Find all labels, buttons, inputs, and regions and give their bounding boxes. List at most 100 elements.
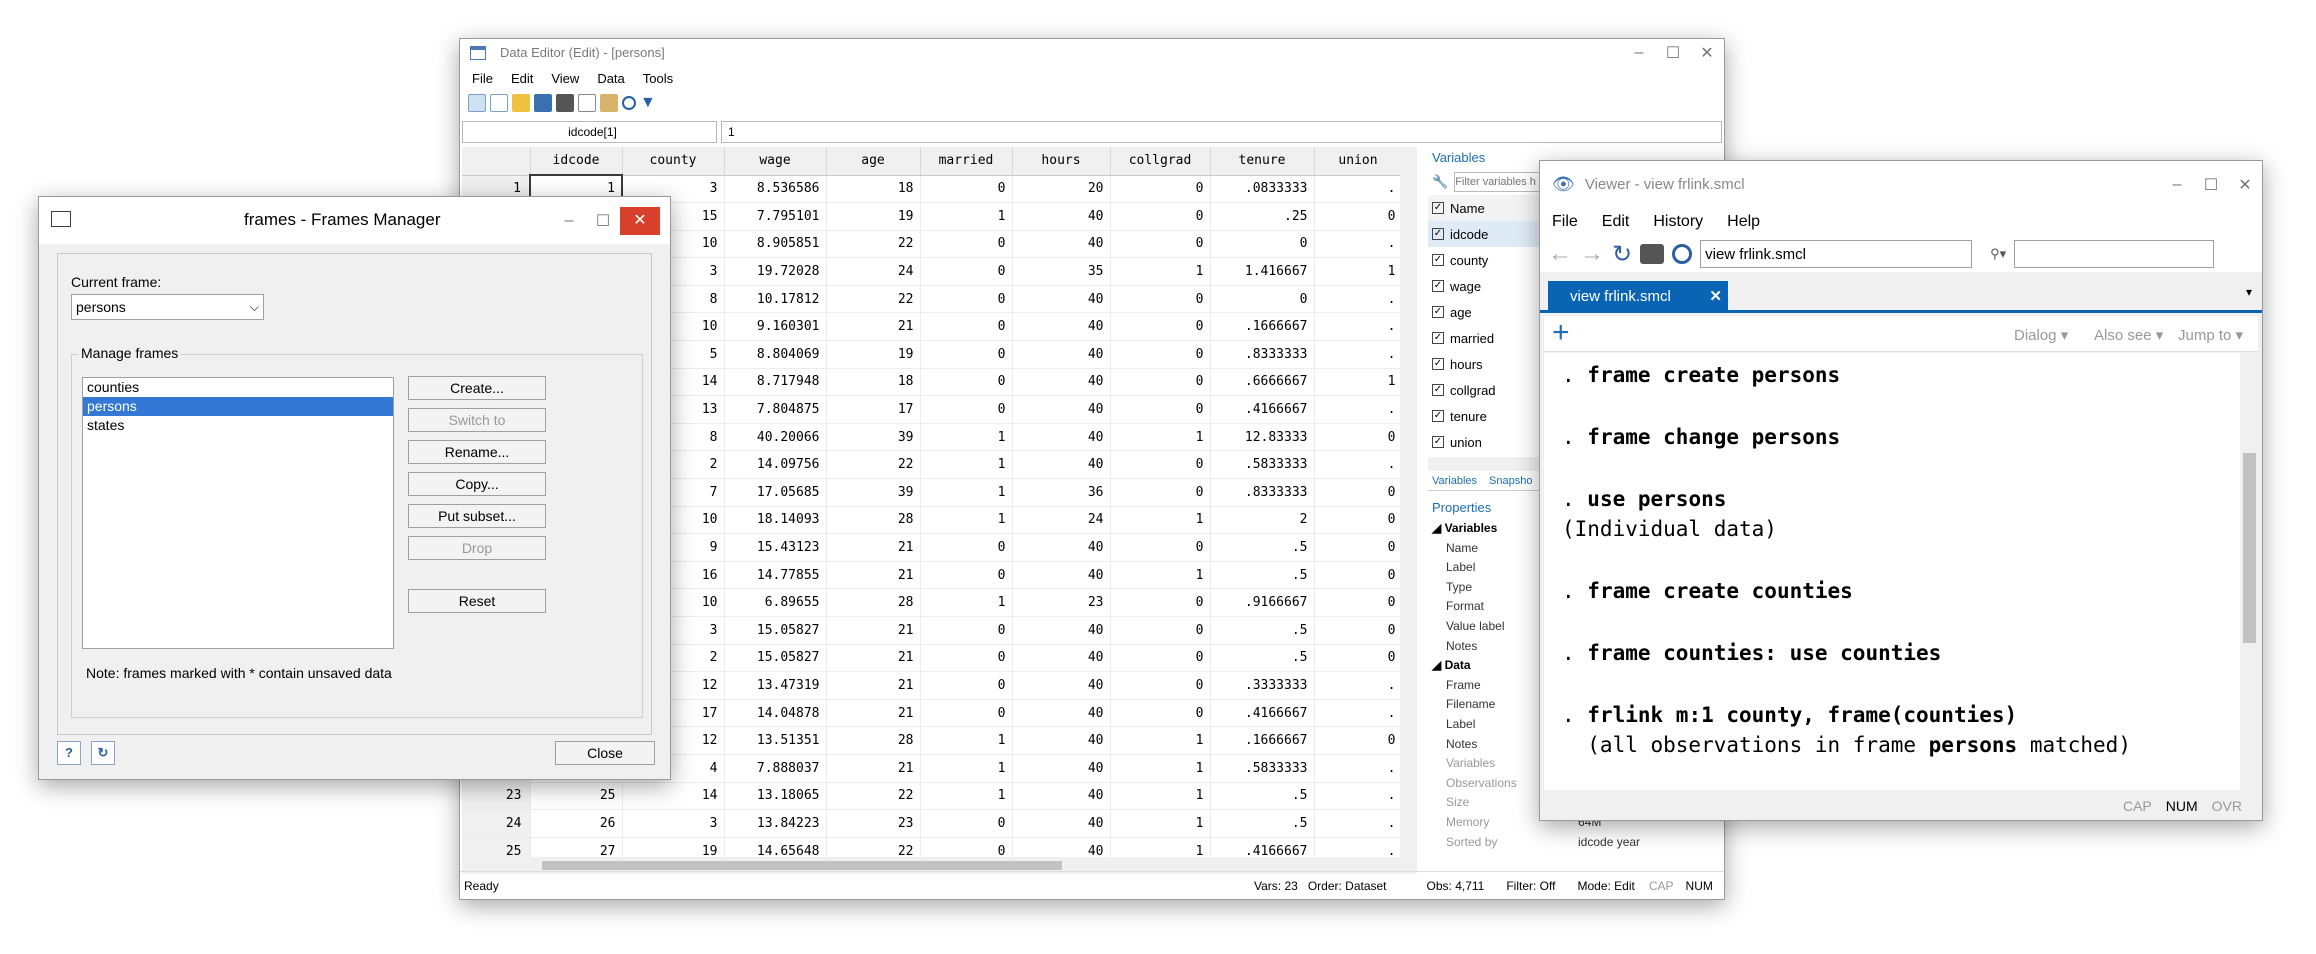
- table-cell[interactable]: 0: [1314, 478, 1403, 507]
- table-cell[interactable]: 1: [1110, 257, 1211, 286]
- table-cell[interactable]: 40: [1012, 671, 1111, 700]
- table-cell[interactable]: 22: [826, 230, 921, 259]
- table-cell[interactable]: 10.17812: [724, 285, 827, 314]
- table-cell[interactable]: 0: [920, 561, 1013, 590]
- table-cell[interactable]: 0: [1210, 230, 1315, 259]
- table-cell[interactable]: 35: [1012, 257, 1111, 286]
- table-cell[interactable]: 0: [1314, 616, 1403, 645]
- minimize-button[interactable]: –: [1622, 44, 1656, 62]
- cell-value-field[interactable]: 1: [721, 121, 1722, 143]
- search-icon[interactable]: [622, 96, 636, 110]
- table-cell[interactable]: 15.43123: [724, 533, 827, 562]
- table-cell[interactable]: 40: [1012, 202, 1111, 231]
- table-cell[interactable]: 40: [1012, 423, 1111, 452]
- table-cell[interactable]: 7.795101: [724, 202, 827, 231]
- menu-view[interactable]: View: [551, 71, 579, 86]
- table-cell[interactable]: 40: [1012, 754, 1111, 783]
- table-cell[interactable]: 3: [622, 809, 725, 838]
- table-cell[interactable]: 23: [826, 809, 921, 838]
- minimize-button[interactable]: –: [2160, 176, 2194, 194]
- table-cell[interactable]: .: [1314, 312, 1403, 342]
- table-cell[interactable]: 0: [1110, 533, 1211, 562]
- table-row[interactable]: 24 26 3 13.84223 23 0 40 1.5.: [462, 809, 1403, 838]
- table-cell[interactable]: 19: [826, 202, 921, 231]
- table-cell[interactable]: 40: [1012, 644, 1111, 673]
- cell-name-field[interactable]: idcode[1]: [462, 121, 717, 143]
- table-cell[interactable]: 8.905851: [724, 230, 827, 259]
- table-cell[interactable]: 1: [1110, 726, 1211, 755]
- table-row[interactable]: 23 25 14 13.18065 22 1 40 1.5.: [462, 782, 1403, 811]
- print-icon[interactable]: [1640, 244, 1665, 264]
- table-cell[interactable]: 1: [1110, 423, 1211, 452]
- minimize-button[interactable]: –: [552, 212, 586, 230]
- checkbox[interactable]: ✓: [1432, 306, 1444, 318]
- table-cell[interactable]: .: [1314, 671, 1403, 700]
- menu-tools[interactable]: Tools: [643, 71, 673, 86]
- menu-help[interactable]: Help: [1727, 213, 1760, 231]
- copy-icon[interactable]: [578, 94, 596, 112]
- table-cell[interactable]: .: [1314, 175, 1403, 204]
- rename-button[interactable]: Rename...: [408, 440, 546, 464]
- create-button[interactable]: Create...: [408, 376, 546, 400]
- find-icon[interactable]: ⚲▾: [1990, 246, 2006, 262]
- frames-list[interactable]: counties persons states: [82, 377, 394, 649]
- table-cell[interactable]: .9166667: [1210, 588, 1315, 617]
- current-frame-select[interactable]: persons ⌵: [71, 294, 264, 320]
- maximize-button[interactable]: ☐: [586, 211, 620, 231]
- table-cell[interactable]: 40: [1012, 616, 1111, 645]
- table-cell[interactable]: 13.18065: [724, 782, 827, 811]
- table-cell[interactable]: 1: [1110, 782, 1211, 811]
- table-cell[interactable]: 1: [1110, 506, 1211, 535]
- table-cell[interactable]: 0: [920, 257, 1013, 286]
- table-cell[interactable]: 15.05827: [724, 616, 827, 645]
- find-input[interactable]: [2014, 240, 2215, 268]
- table-cell[interactable]: 1: [920, 782, 1013, 811]
- table-cell[interactable]: 40: [1012, 699, 1111, 728]
- table-cell[interactable]: 1: [1314, 368, 1403, 397]
- table-cell[interactable]: 0: [920, 340, 1013, 369]
- table-cell[interactable]: 28: [826, 588, 921, 617]
- table-cell[interactable]: 14.77855: [724, 561, 827, 590]
- save-icon[interactable]: [534, 94, 552, 112]
- tab-snapshots[interactable]: Snapsho: [1485, 473, 1536, 490]
- close-tab-icon[interactable]: ✕: [1709, 281, 1722, 313]
- table-cell[interactable]: 0: [920, 533, 1013, 562]
- table-cell[interactable]: .: [1314, 285, 1403, 314]
- table-cell[interactable]: 17: [826, 395, 921, 424]
- table-cell[interactable]: 21: [826, 671, 921, 700]
- table-cell[interactable]: .1666667: [1210, 312, 1315, 342]
- table-cell[interactable]: 25: [530, 782, 623, 811]
- table-cell[interactable]: 40: [1012, 809, 1111, 838]
- add-icon[interactable]: +: [1552, 316, 1570, 350]
- table-cell[interactable]: 0: [1110, 450, 1211, 480]
- menu-file[interactable]: File: [1552, 213, 1578, 231]
- table-cell[interactable]: .5: [1210, 644, 1315, 673]
- table-cell[interactable]: .4166667: [1210, 395, 1315, 424]
- table-cell[interactable]: 0: [1314, 506, 1403, 535]
- table-cell[interactable]: 0: [1110, 644, 1211, 673]
- table-cell[interactable]: 1: [1314, 257, 1403, 286]
- table-cell[interactable]: 1: [1110, 754, 1211, 783]
- table-cell[interactable]: 0: [1314, 533, 1403, 562]
- table-cell[interactable]: 24: [1012, 506, 1111, 535]
- close-dialog-button[interactable]: Close: [555, 741, 655, 765]
- table-cell[interactable]: .: [1314, 450, 1403, 480]
- table-cell[interactable]: 18: [826, 175, 921, 204]
- close-button[interactable]: ✕: [620, 206, 660, 235]
- menu-edit[interactable]: Edit: [1602, 213, 1630, 231]
- search-icon[interactable]: [1672, 244, 1693, 264]
- table-cell[interactable]: 0: [1314, 588, 1403, 617]
- table-cell[interactable]: 0: [1110, 175, 1211, 204]
- table-cell[interactable]: 0: [1110, 202, 1211, 231]
- table-cell[interactable]: 17.05685: [724, 478, 827, 507]
- table-cell[interactable]: 28: [826, 726, 921, 755]
- table-cell[interactable]: .5: [1210, 561, 1315, 590]
- table-cell[interactable]: 0: [920, 312, 1013, 342]
- table-cell[interactable]: .0833333: [1210, 175, 1315, 204]
- table-cell[interactable]: 0: [1110, 312, 1211, 342]
- table-cell[interactable]: 0: [920, 368, 1013, 397]
- table-cell[interactable]: .: [1314, 809, 1403, 838]
- browse-mode-icon[interactable]: [490, 94, 508, 112]
- paste-icon[interactable]: [600, 94, 618, 112]
- table-cell[interactable]: 40: [1012, 312, 1111, 342]
